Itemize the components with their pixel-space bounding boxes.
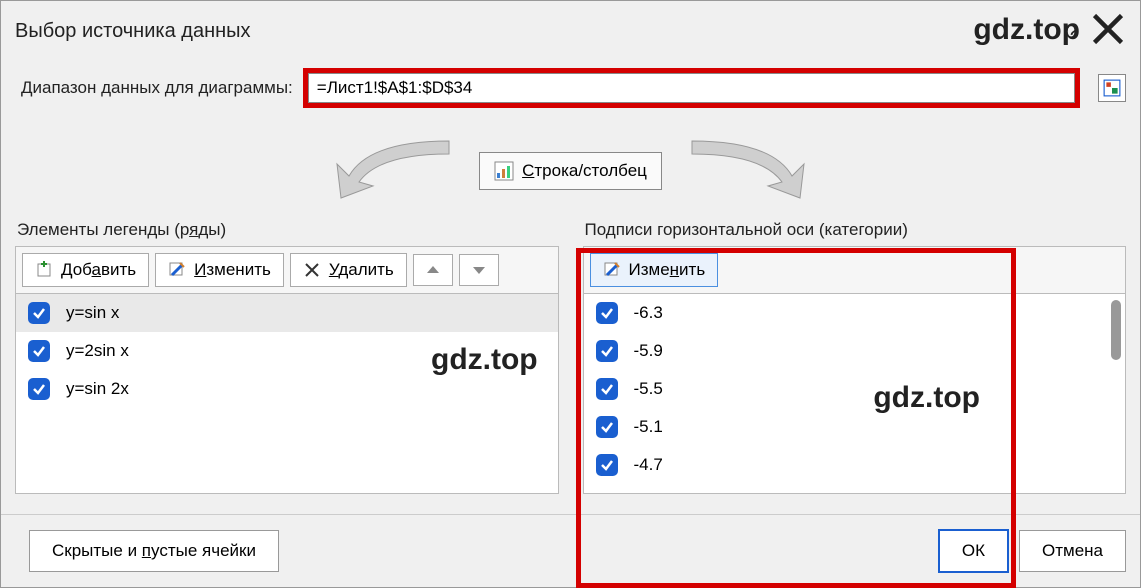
edit-axis-labels-button[interactable]: Изменить	[590, 253, 719, 287]
list-item[interactable]: y=2sin x	[16, 332, 558, 370]
ok-button[interactable]: ОК	[938, 529, 1009, 573]
list-item-label: -6.3	[634, 303, 663, 323]
dialog-title: Выбор источника данных	[15, 20, 1054, 43]
panels: Элементы легенды (ряды) Добавить Изменит…	[1, 214, 1140, 494]
series-list[interactable]: y=sin x y=2sin x y=sin 2x	[15, 294, 559, 494]
list-item-label: -5.5	[634, 379, 663, 399]
chart-range-input[interactable]	[308, 73, 1075, 103]
switch-row-column-button[interactable]: Строка/столбец	[479, 152, 662, 190]
checkbox-icon[interactable]	[28, 340, 50, 362]
checkbox-icon[interactable]	[596, 454, 618, 476]
titlebar: Выбор источника данных ?	[1, 1, 1140, 58]
list-item[interactable]: -5.9	[584, 332, 1126, 370]
scrollbar-thumb[interactable]	[1111, 300, 1121, 360]
legend-panel-title: Элементы легенды (ряды)	[15, 214, 559, 246]
checkbox-icon[interactable]	[28, 378, 50, 400]
close-button[interactable]	[1090, 11, 1126, 52]
edit-series-button[interactable]: Изменить	[155, 253, 284, 287]
range-label: Диапазон данных для диаграммы:	[21, 78, 293, 98]
checkbox-icon[interactable]	[596, 302, 618, 324]
range-picker-button[interactable]	[1098, 74, 1126, 102]
axis-labels-title: Подписи горизонтальной оси (категории)	[583, 214, 1127, 246]
hidden-empty-cells-label: Скрытые и пустые ячейки	[52, 541, 256, 560]
delete-series-label: Удалить	[329, 260, 394, 280]
checkbox-icon[interactable]	[596, 416, 618, 438]
range-row: Диапазон данных для диаграммы:	[1, 58, 1140, 118]
cancel-button[interactable]: Отмена	[1019, 530, 1126, 572]
list-item-label: y=sin 2x	[66, 379, 129, 399]
range-highlight	[303, 68, 1080, 108]
list-item-label: y=2sin x	[66, 341, 129, 361]
axis-labels-panel: Подписи горизонтальной оси (категории) И…	[583, 214, 1127, 494]
list-item[interactable]: -4.7	[584, 446, 1126, 484]
move-down-button[interactable]	[459, 254, 499, 286]
list-item[interactable]: -5.5	[584, 370, 1126, 408]
checkbox-icon[interactable]	[28, 302, 50, 324]
list-item[interactable]: -5.1	[584, 408, 1126, 446]
list-item-label: -5.9	[634, 341, 663, 361]
move-up-button[interactable]	[413, 254, 453, 286]
checkbox-icon[interactable]	[596, 340, 618, 362]
hidden-empty-cells-button[interactable]: Скрытые и пустые ячейки	[29, 530, 279, 572]
list-item-label: -4.7	[634, 455, 663, 475]
arrow-right-icon	[682, 136, 822, 206]
axis-labels-list[interactable]: -6.3 -5.9 -5.5 -5.1 -4.7	[583, 294, 1127, 494]
mid-row: Строка/столбец	[1, 118, 1140, 214]
legend-panel: Элементы легенды (ряды) Добавить Изменит…	[15, 214, 559, 494]
add-series-button[interactable]: Добавить	[22, 253, 149, 287]
axis-labels-toolbar: Изменить	[583, 246, 1127, 294]
arrow-left-icon	[319, 136, 459, 206]
dialog-select-data-source: Выбор источника данных ? Диапазон данных…	[0, 0, 1141, 588]
list-item-label: -5.1	[634, 417, 663, 437]
list-item[interactable]: -6.3	[584, 294, 1126, 332]
legend-toolbar: Добавить Изменить Удалить	[15, 246, 559, 294]
list-item[interactable]: y=sin x	[16, 294, 558, 332]
add-series-label: Добавить	[61, 260, 136, 280]
switch-row-column-label: Строка/столбец	[522, 161, 647, 181]
list-item[interactable]: y=sin 2x	[16, 370, 558, 408]
help-button[interactable]: ?	[1054, 19, 1090, 45]
footer: Скрытые и пустые ячейки ОК Отмена	[1, 514, 1140, 587]
delete-series-button[interactable]: Удалить	[290, 253, 407, 287]
checkbox-icon[interactable]	[596, 378, 618, 400]
list-item-label: y=sin x	[66, 303, 119, 323]
edit-series-label: Изменить	[194, 260, 271, 280]
edit-axis-labels-label: Изменить	[629, 260, 706, 280]
